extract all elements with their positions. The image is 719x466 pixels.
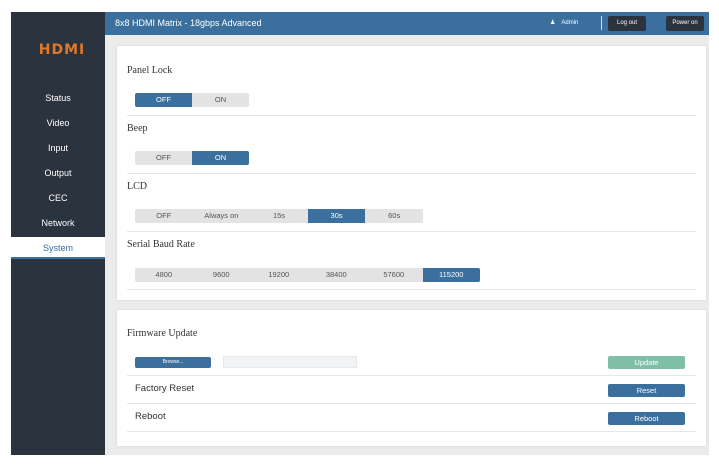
divider [127,431,696,432]
sidebar-item-status[interactable]: Status [11,87,105,109]
reboot-button[interactable]: Reboot [608,412,685,425]
sidebar: HDMI Status Video Input Output CEC Network Sys… [11,12,105,455]
maintenance-card: Firmware Update Browse... Update Factory… [117,310,706,446]
user-icon: ♟ [550,20,556,26]
divider [127,375,696,376]
lcd-option-15s[interactable]: 15s [250,209,308,223]
firmware-file-input[interactable] [223,356,357,368]
sidebar-item-video[interactable]: Video [11,112,105,134]
divider [127,289,696,290]
factory-reset-label: Factory Reset [135,383,195,394]
baud-selector: 4800 9600 19200 38400 57600 115200 [135,268,480,282]
top-bar: 8x8 HDMI Matrix - 18gbps Advanced ♟ Admin… [105,12,709,35]
sidebar-item-input[interactable]: Input [11,137,105,159]
lcd-option-60s[interactable]: 60s [365,209,423,223]
baud-option-57600[interactable]: 57600 [365,268,423,282]
divider [601,16,602,30]
baud-label: Serial Baud Rate [127,239,195,250]
lcd-option-always-on[interactable]: Always on [193,209,251,223]
baud-option-19200[interactable]: 19200 [250,268,308,282]
reboot-label: Reboot [135,411,166,422]
user-label: ♟ Admin [550,19,578,26]
lcd-option-30s[interactable]: 30s [307,209,366,223]
panel-lock-option-on[interactable]: ON [192,93,249,107]
logout-button[interactable]: Log out [608,16,646,31]
browse-button[interactable]: Browse... [135,357,211,368]
sidebar-item-output[interactable]: Output [11,162,105,184]
panel-lock-toggle: OFF ON [135,93,249,107]
power-on-button[interactable]: Power on [666,16,704,31]
baud-option-9600[interactable]: 9600 [193,268,251,282]
panel-lock-option-off[interactable]: OFF [135,93,192,107]
divider [127,115,696,116]
beep-option-on[interactable]: ON [192,151,249,165]
update-button[interactable]: Update [608,356,685,369]
settings-card: Panel Lock OFF ON Beep OFF ON LCD OFF Alway… [117,46,706,300]
hdmi-logo: HDMI [38,42,86,58]
baud-option-115200[interactable]: 115200 [422,268,480,282]
firmware-label: Firmware Update [127,328,198,339]
beep-option-off[interactable]: OFF [135,151,192,165]
beep-toggle: OFF ON [135,151,249,165]
lcd-label: LCD [127,181,147,192]
app-frame: HDMI Status Video Input Output CEC Network Sys… [11,12,709,455]
divider [127,231,696,232]
beep-label: Beep [127,123,148,134]
reset-button[interactable]: Reset [608,384,685,397]
sidebar-item-network[interactable]: Network [11,212,105,234]
baud-option-4800[interactable]: 4800 [135,268,193,282]
app-title: 8x8 HDMI Matrix - 18gbps Advanced [115,18,262,28]
divider [127,173,696,174]
sidebar-item-system[interactable]: System [11,237,105,259]
username: Admin [561,20,579,26]
baud-option-38400[interactable]: 38400 [308,268,366,282]
sidebar-item-cec[interactable]: CEC [11,187,105,209]
panel-lock-label: Panel Lock [127,65,173,76]
lcd-option-off[interactable]: OFF [135,209,193,223]
lcd-selector: OFF Always on 15s 30s 60s [135,209,423,223]
divider [127,403,696,404]
